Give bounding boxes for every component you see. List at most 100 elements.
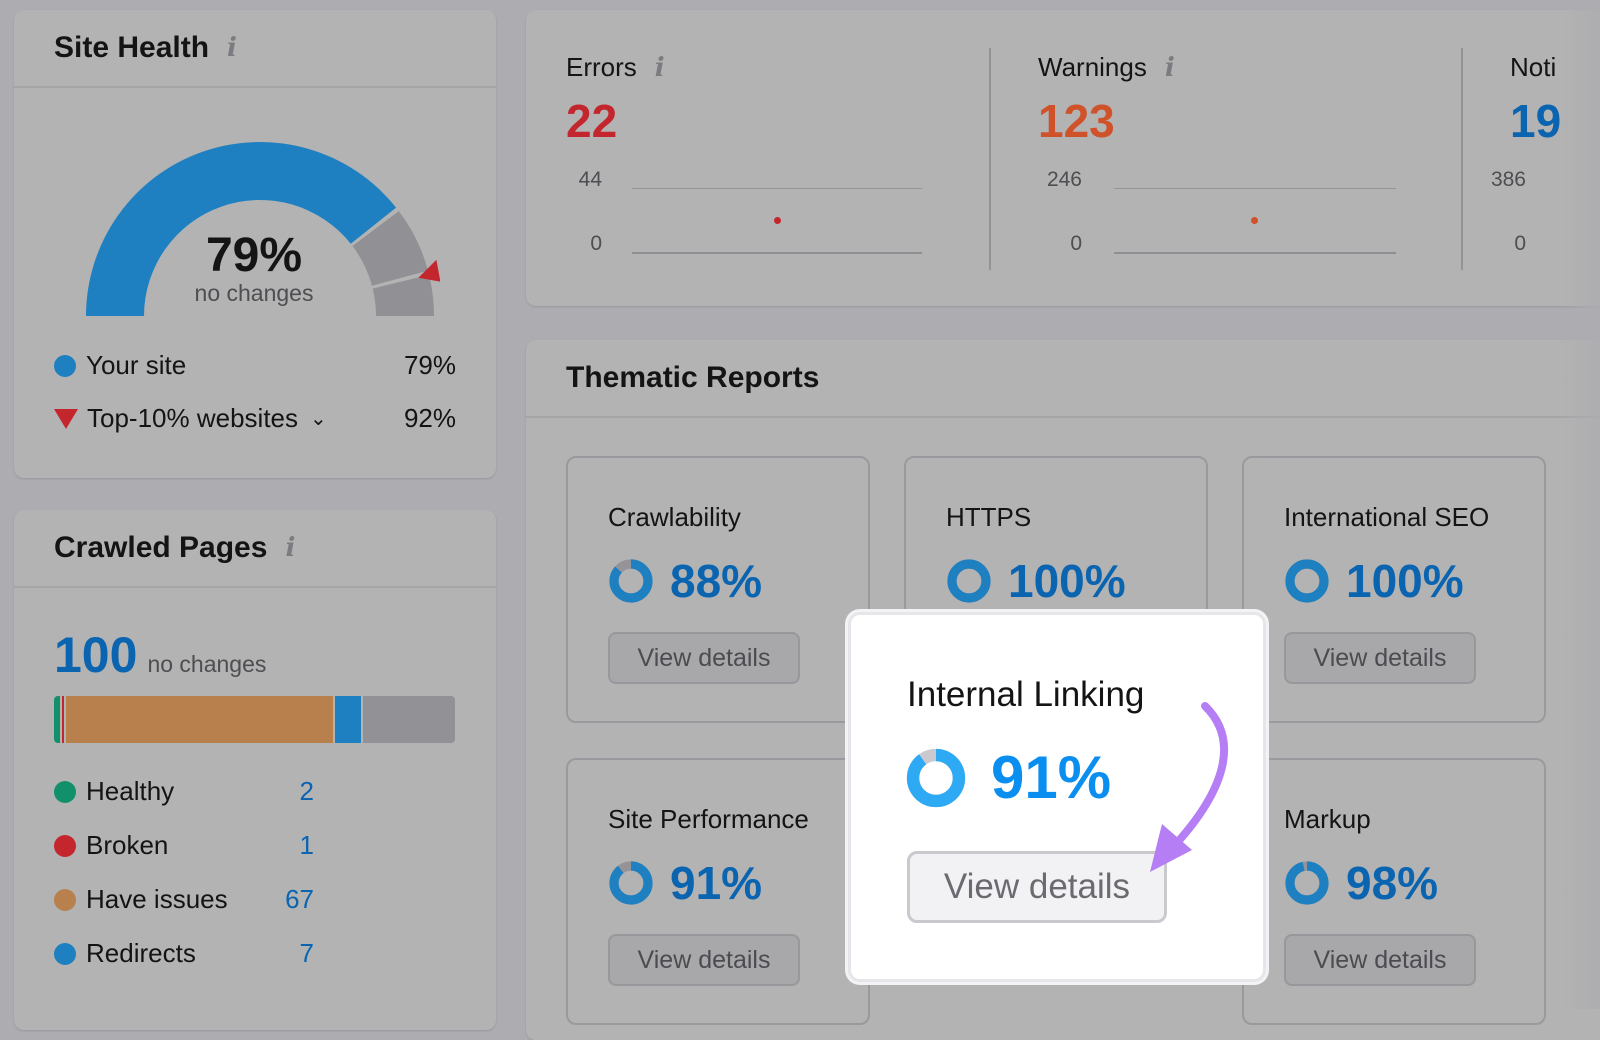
crawled-total-number[interactable]: 100 (54, 626, 137, 684)
report-score-value: 100% (1008, 555, 1126, 607)
report-name: HTTPS (946, 502, 1032, 532)
report-score: 88% (608, 554, 762, 608)
crawled-row-have-issues[interactable]: Have issues 67 (54, 884, 314, 915)
crawled-row-healthy[interactable]: Healthy 2 (54, 776, 314, 807)
notices-label: Noti (1510, 52, 1557, 82)
row-value[interactable]: 1 (300, 830, 314, 861)
report-score: 100% (1284, 554, 1464, 608)
redirects-dot-icon (54, 942, 76, 965)
stack-segment-healthy[interactable] (54, 696, 63, 743)
info-icon[interactable]: i (655, 53, 665, 83)
info-icon[interactable]: i (285, 533, 295, 563)
report-name: Crawlability (608, 502, 741, 532)
notices-panel: Noti 19 386 0 (1470, 10, 1600, 306)
report-card-crawlability: Crawlability 88% View details (566, 456, 870, 723)
errors-gridline-top (632, 188, 922, 189)
crawled-pages-title: Crawled Pages (54, 531, 268, 564)
warnings-gridline-top (1114, 188, 1396, 189)
report-score-value: 98% (1346, 857, 1439, 909)
info-icon[interactable]: i (227, 33, 237, 63)
view-details-button[interactable]: View details (907, 851, 1167, 923)
report-score: 100% (946, 554, 1126, 608)
thematic-title: Thematic Reports (566, 361, 820, 394)
view-details-button[interactable]: View details (1284, 632, 1476, 684)
site-health-card: Site Health i 79% no changes Your site 7… (14, 10, 496, 478)
warnings-data-point[interactable] (1251, 217, 1258, 224)
donut-fill (947, 559, 991, 603)
site-health-change: no changes (194, 280, 314, 306)
warnings-count[interactable]: 123 (1038, 94, 1115, 148)
crawled-stack-bar (54, 696, 455, 743)
report-score: 98% (1284, 856, 1438, 910)
view-details-button[interactable]: View details (608, 632, 800, 684)
crawled-pages-header: Crawled Pages i (14, 510, 496, 588)
row-value[interactable]: 7 (300, 938, 314, 969)
site-health-title: Site Health (54, 31, 210, 64)
legend-value: 79% (403, 350, 456, 380)
report-score-value: 88% (670, 555, 763, 607)
report-card-internal-linking: Internal Linking 91% View details (848, 612, 1266, 982)
info-icon[interactable]: i (1165, 53, 1175, 83)
view-details-button[interactable]: View details (608, 934, 800, 986)
donut-icon (947, 559, 991, 603)
thematic-header: Thematic Reports (526, 340, 1600, 418)
have-issues-dot-icon (54, 888, 76, 911)
row-label: Have issues (86, 884, 228, 914)
legend-top10[interactable]: Top-10% websites ⌄ 92% (54, 403, 456, 434)
donut-fill (609, 861, 653, 905)
legend-value: 92% (403, 403, 456, 433)
errors-count[interactable]: 22 (566, 94, 617, 148)
donut-fill (1285, 559, 1329, 603)
crawled-change: no changes (147, 651, 267, 677)
errors-data-point[interactable] (774, 217, 781, 224)
view-details-button[interactable]: View details (1284, 934, 1476, 986)
report-score: 91% (905, 743, 1111, 812)
divider (1461, 48, 1463, 270)
report-card-markup: Markup 98% View details (1242, 758, 1546, 1025)
stack-segment-redirects[interactable] (334, 696, 363, 743)
stack-segment-blocked[interactable] (362, 696, 455, 743)
row-label: Broken (86, 830, 169, 860)
warnings-label: Warnings i (1038, 52, 1175, 83)
errors-ymax-tick: 44 (578, 168, 602, 191)
legend-label: Top-10% websites (87, 403, 298, 433)
report-card-site-performance: Site Performance 91% View details (566, 758, 870, 1025)
errors-gridline-base (632, 252, 922, 254)
report-score-value: 100% (1346, 555, 1464, 607)
chevron-down-icon[interactable]: ⌄ (310, 406, 327, 431)
errors-panel: Errors i 22 44 0 (526, 10, 990, 306)
errors-label: Errors i (566, 52, 665, 83)
donut-icon (609, 861, 653, 905)
legend-your-site: Your site 79% (54, 350, 456, 381)
healthy-dot-icon (54, 780, 76, 803)
issues-card: Errors i 22 44 0 Warnings i 123 246 0 Noti… (526, 10, 1600, 306)
report-score-value: 91% (991, 744, 1112, 811)
errors-ymin-tick: 0 (590, 232, 602, 255)
warnings-panel: Warnings i 123 246 0 (998, 10, 1462, 306)
site-health-header: Site Health i (14, 10, 496, 88)
divider (989, 48, 991, 270)
stack-segment-have-issues[interactable] (66, 696, 335, 743)
row-value[interactable]: 2 (300, 776, 314, 807)
warnings-ymin-tick: 0 (1070, 232, 1082, 255)
crawled-total: 100 no changes (54, 626, 266, 684)
legend-label: Your site (86, 350, 187, 380)
donut-fill (1285, 861, 1329, 905)
warnings-ymax-tick: 246 (1046, 168, 1082, 191)
report-card-international-seo: International SEO 100% View details (1242, 456, 1546, 723)
report-score-value: 91% (670, 857, 763, 909)
row-value[interactable]: 67 (285, 884, 314, 915)
report-name: Markup (1284, 804, 1371, 834)
report-name: International SEO (1284, 502, 1490, 532)
notices-count[interactable]: 19 (1510, 94, 1561, 148)
warnings-gridline-base (1114, 252, 1396, 254)
site-health-score: 79% (205, 229, 303, 282)
report-name: Site Performance (608, 804, 809, 834)
broken-dot-icon (54, 834, 76, 857)
row-label: Redirects (86, 938, 196, 968)
donut-icon (906, 748, 966, 807)
crawled-row-broken[interactable]: Broken 1 (54, 830, 314, 861)
crawled-row-redirects[interactable]: Redirects 7 (54, 938, 314, 969)
row-label: Healthy (86, 776, 175, 806)
donut-icon (609, 559, 653, 603)
